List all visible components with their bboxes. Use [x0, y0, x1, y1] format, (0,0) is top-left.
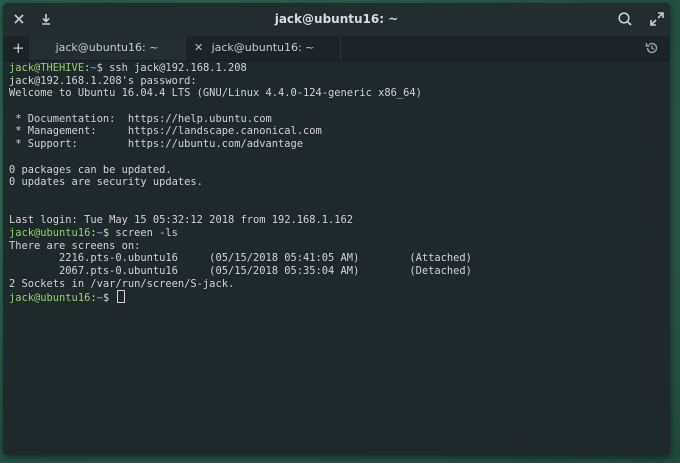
history-icon[interactable]: [644, 40, 660, 56]
output-line: * Documentation: https://help.ubuntu.com: [9, 112, 272, 125]
output-line: jack@192.168.1.208's password:: [9, 74, 197, 87]
command-text: screen -ls: [109, 226, 178, 239]
output-line: There are screens on:: [9, 239, 141, 252]
output-line: * Management: https://landscape.canonica…: [9, 125, 322, 138]
terminal-output[interactable]: jack@THEHIVE:~$ ssh jack@192.168.1.208 ja…: [3, 61, 670, 455]
titlebar: jack@ubuntu16: ~: [3, 3, 670, 36]
output-line: 2216.pts-0.ubuntu16 (05/15/2018 05:41:05…: [9, 252, 472, 265]
terminal-window: jack@ubuntu16: ~ + jack@ubuntu16: ~ ✕ ja…: [3, 3, 670, 455]
prompt-user: jack@ubuntu16: [9, 226, 91, 239]
prompt-line: jack@THEHIVE:~$ ssh jack@192.168.1.208: [9, 62, 247, 74]
new-tab-button[interactable]: +: [12, 36, 25, 60]
tab-label: jack@ubuntu16: ~: [211, 41, 315, 54]
tab-inactive[interactable]: ✕ jack@ubuntu16: ~: [185, 36, 341, 60]
output-line: * Support: https://ubuntu.com/advantage: [9, 138, 304, 151]
tab-bar: + jack@ubuntu16: ~ ✕ jack@ubuntu16: ~: [3, 36, 670, 61]
close-icon[interactable]: [10, 10, 28, 28]
prompt-line: jack@ubuntu16:~$ screen -ls: [9, 226, 178, 239]
prompt-user: jack@THEHIVE: [9, 62, 85, 74]
output-line: 2067.pts-0.ubuntu16 (05/15/2018 05:35:04…: [9, 265, 472, 277]
tab-active[interactable]: jack@ubuntu16: ~: [29, 36, 185, 60]
output-line: 0 packages can be updated.: [9, 163, 172, 176]
output-line: Last login: Tue May 15 05:32:12 2018 fro…: [9, 214, 354, 227]
prompt-path: ~: [90, 62, 97, 74]
prompt-line: jack@ubuntu16:~$: [9, 290, 670, 305]
window-title: jack@ubuntu16: ~: [274, 12, 399, 26]
command-text: ssh jack@192.168.1.208: [102, 62, 247, 74]
output-line: 0 updates are security updates.: [9, 176, 203, 189]
tab-label: jack@ubuntu16: ~: [55, 41, 159, 54]
search-icon[interactable]: [616, 10, 634, 28]
output-line: 2 Sockets in /var/run/screen/S-jack.: [9, 277, 235, 290]
prompt-path: ~: [96, 226, 103, 239]
fullscreen-icon[interactable]: [648, 10, 666, 28]
download-icon[interactable]: [37, 10, 55, 28]
output-line: Welcome to Ubuntu 16.04.4 LTS (GNU/Linux…: [9, 87, 422, 100]
text-cursor: [117, 290, 126, 304]
command-text: [109, 292, 115, 304]
prompt-user: jack@ubuntu16: [9, 292, 91, 305]
prompt-path: ~: [96, 292, 103, 305]
